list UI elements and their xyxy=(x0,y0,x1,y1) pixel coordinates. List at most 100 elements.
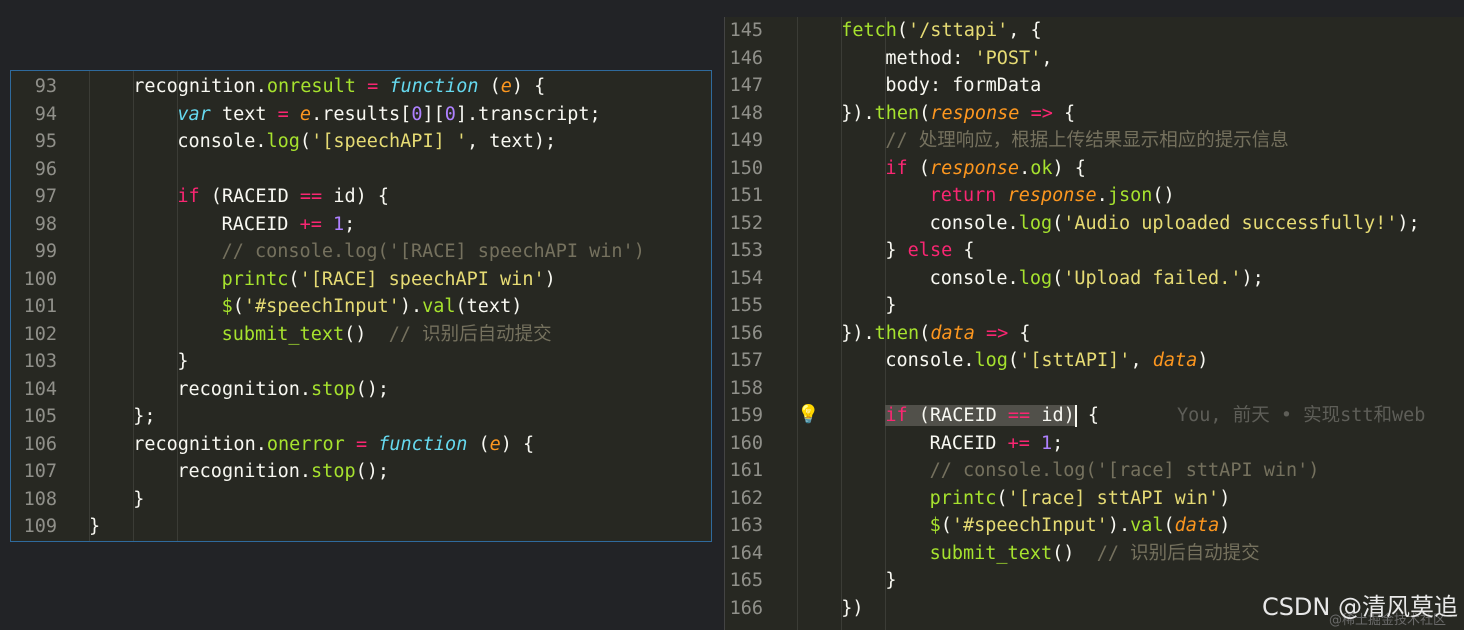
code-line[interactable]: 109} xyxy=(11,513,711,541)
code-token: (RACEID xyxy=(199,186,300,207)
code-token: e xyxy=(299,103,312,125)
code-text: console.log('[sttAPI]', data) xyxy=(885,347,1208,375)
code-token: ( xyxy=(232,296,244,317)
line-number: 165 xyxy=(729,570,763,591)
code-token: } xyxy=(885,570,897,591)
code-token: ) xyxy=(1197,350,1209,371)
code-token: RACEID xyxy=(221,213,300,235)
code-line[interactable]: 148}).then(response => { xyxy=(725,100,1464,128)
code-line[interactable]: 96 xyxy=(11,156,711,184)
code-line[interactable]: 155} xyxy=(725,292,1464,320)
code-token: data xyxy=(930,322,975,344)
code-line[interactable]: 106 recognition.onerror = function (e) { xyxy=(11,431,711,459)
code-line[interactable]: 149 // 处理响应，根据上传结果显示相应的提示信息 xyxy=(725,127,1464,155)
code-token: console. xyxy=(885,350,975,371)
code-text: } else { xyxy=(885,237,974,265)
code-token: ) { xyxy=(511,76,546,97)
code-text: } xyxy=(89,513,100,541)
code-line[interactable]: 108} xyxy=(11,486,711,514)
code-line[interactable]: 159 if (RACEID == id) { You, 前天 • 实现stt和w… xyxy=(725,402,1464,430)
code-text: body: formData xyxy=(885,72,1041,100)
code-line[interactable]: 152 console.log('Audio uploaded successfu… xyxy=(725,210,1464,238)
code-token: ); xyxy=(1397,212,1420,234)
code-line[interactable]: 97 if (RACEID == id) { xyxy=(11,183,711,211)
code-token: 0 xyxy=(411,103,423,125)
code-token: ; xyxy=(344,213,356,235)
code-line[interactable]: 153 } else { xyxy=(725,237,1464,265)
code-line[interactable]: 160 RACEID += 1; xyxy=(725,430,1464,458)
code-line[interactable]: 101 $('#speechInput').val(text) xyxy=(11,293,711,321)
code-text: printc('[race] sttAPI win') xyxy=(930,485,1231,513)
code-token: // 识别后自动提交 xyxy=(1096,542,1260,564)
line-number: 166 xyxy=(729,597,763,619)
code-line[interactable]: 102 submit_text() // 识别后自动提交 xyxy=(11,321,711,349)
code-token: ( xyxy=(467,433,490,455)
code-text: $('#speechInput').val(data) xyxy=(930,512,1231,540)
code-token: method: xyxy=(885,47,975,69)
code-token: 1 xyxy=(332,213,345,235)
left-editor-pane[interactable]: 93 recognition.onresult = function (e) {9… xyxy=(10,70,712,542)
code-line[interactable]: 162 printc('[race] sttAPI win') xyxy=(725,485,1464,513)
code-token: 'Audio uploaded successfully!' xyxy=(1063,212,1398,234)
code-token: // 识别后自动提交 xyxy=(388,323,552,345)
code-line[interactable]: 93 recognition.onresult = function (e) { xyxy=(11,73,711,101)
code-line[interactable]: 100 printc('[RACE] speechAPI win') xyxy=(11,266,711,294)
code-line[interactable]: 151 return response.json() xyxy=(725,182,1464,210)
code-line[interactable]: 107 recognition.stop(); xyxy=(11,458,711,486)
line-number: 164 xyxy=(729,542,763,564)
code-token: ). xyxy=(399,296,423,317)
code-line[interactable]: 161 // console.log('[race] sttAPI win') xyxy=(725,457,1464,485)
code-text: // 处理响应，根据上传结果显示相应的提示信息 xyxy=(885,127,1288,155)
code-line[interactable]: 104 recognition.stop(); xyxy=(11,376,711,404)
code-text: submit_text() // 识别后自动提交 xyxy=(222,321,552,349)
code-line[interactable]: 95 console.log('[speechAPI] ', text); xyxy=(11,128,711,156)
code-token: data xyxy=(1174,515,1220,536)
code-token: return xyxy=(929,185,997,206)
code-token: == xyxy=(299,186,323,207)
line-number: 108 xyxy=(23,488,57,510)
code-token: id) { xyxy=(322,186,390,207)
code-line[interactable]: 164 submit_text() // 识别后自动提交 xyxy=(725,540,1464,568)
code-line[interactable]: 145 fetch('/sttapi', { xyxy=(725,17,1464,45)
line-number: 93 xyxy=(34,76,57,97)
code-token: data xyxy=(1152,350,1198,371)
code-token: if xyxy=(177,186,200,207)
code-text: console.log('[speechAPI] ', text); xyxy=(177,128,556,156)
code-text: } xyxy=(885,292,896,320)
code-line[interactable]: 157 console.log('[sttAPI]', data) xyxy=(725,347,1464,375)
code-token: ( xyxy=(919,102,931,124)
right-editor-pane[interactable]: 145 fetch('/sttapi', {146 method: 'POST', 1… xyxy=(724,17,1464,630)
code-line[interactable]: 105}; xyxy=(11,403,711,431)
code-token: (); xyxy=(355,461,390,482)
code-token: printc xyxy=(929,487,997,509)
code-text: $('#speechInput').val(text) xyxy=(222,293,523,321)
code-token: ( xyxy=(907,157,930,179)
code-token: { xyxy=(1076,405,1100,426)
code-line[interactable]: 154 console.log('Upload failed.'); xyxy=(725,265,1464,293)
line-number: 158 xyxy=(729,377,763,399)
code-token: onresult xyxy=(266,76,356,97)
line-number: 162 xyxy=(729,487,763,509)
code-line[interactable]: 163 $('#speechInput').val(data) xyxy=(725,512,1464,540)
code-token: () xyxy=(344,323,389,345)
code-line[interactable]: 156}).then(data => { xyxy=(725,320,1464,348)
code-line[interactable]: 150 if (response.ok) { xyxy=(725,155,1464,183)
code-token: RACEID xyxy=(929,432,1008,454)
code-line[interactable]: 98 RACEID += 1; xyxy=(11,211,711,239)
code-line[interactable]: 103} xyxy=(11,348,711,376)
line-number: 153 xyxy=(729,240,763,261)
code-line[interactable]: 147 body: formData xyxy=(725,72,1464,100)
code-line[interactable]: 99 // console.log('[RACE] speechAPI win') xyxy=(11,238,711,266)
line-number: 94 xyxy=(34,103,57,125)
line-number: 145 xyxy=(729,20,763,41)
line-number: 99 xyxy=(34,241,57,262)
code-token: () xyxy=(1152,185,1175,206)
code-line[interactable]: 146 method: 'POST', xyxy=(725,45,1464,73)
code-token: ][ xyxy=(422,103,445,125)
code-line[interactable]: 94 var text = e.results[0][0].transcript; xyxy=(11,101,711,129)
code-token: }; xyxy=(133,406,156,427)
code-line[interactable]: 158 xyxy=(725,375,1464,403)
code-token: recognition. xyxy=(133,76,267,97)
lightbulb-icon[interactable]: 💡 xyxy=(797,404,819,425)
